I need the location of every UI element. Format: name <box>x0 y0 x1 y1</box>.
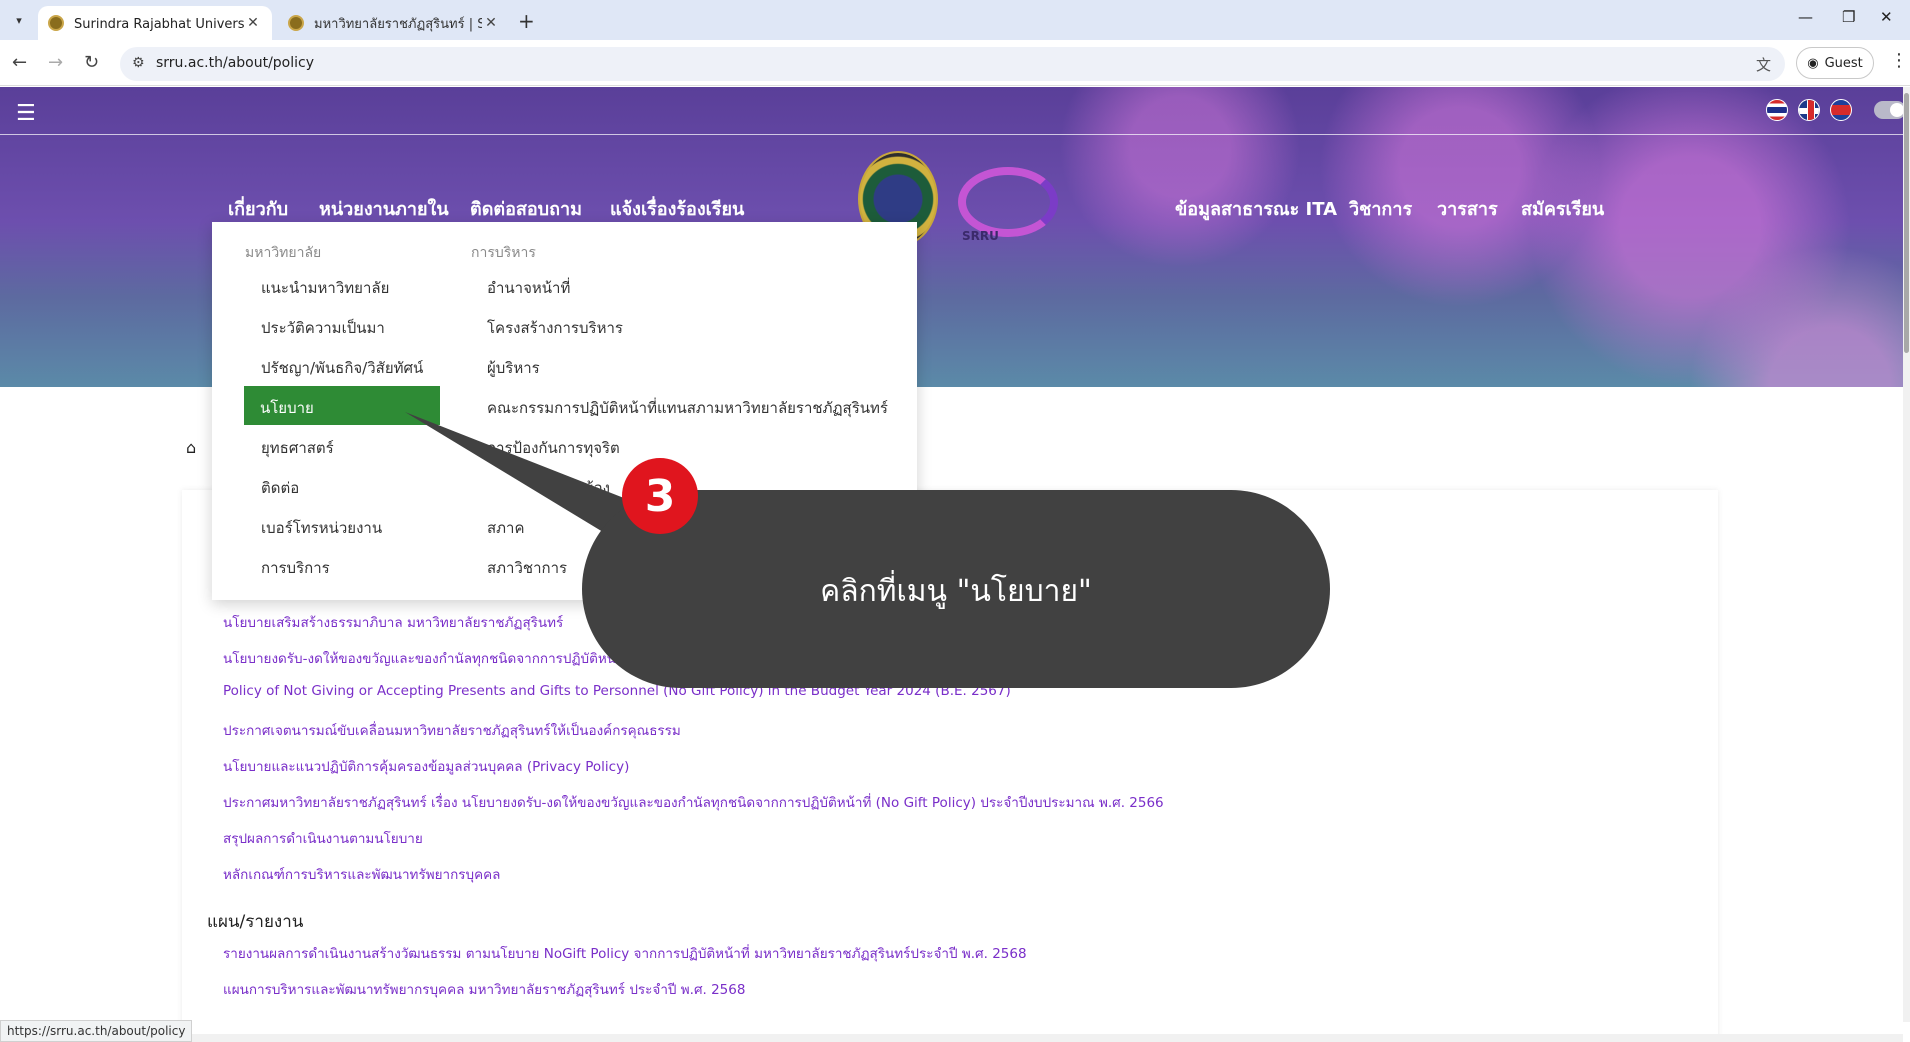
policy-link[interactable]: ประกาศมหาวิทยาลัยราชภัฏสุรินทร์ เรื่อง น… <box>223 791 1164 813</box>
policy-link[interactable]: ประกาศเจตนารมณ์ขับเคลื่อนมหาวิทยาลัยราชภ… <box>223 719 681 741</box>
policy-link[interactable]: นโยบายงดรับ-งดให้ของขวัญและของกำนัลทุกชน… <box>223 647 632 669</box>
close-window-icon[interactable]: ✕ <box>1880 8 1893 26</box>
address-bar[interactable]: ⚙ srru.ac.th/about/policy 文 <box>120 47 1785 81</box>
university-favicon-icon <box>288 15 304 31</box>
thai-flag-icon[interactable] <box>1766 99 1788 121</box>
nav-academic[interactable]: วิชาการ <box>1349 194 1412 223</box>
reload-icon[interactable]: ↻ <box>84 52 99 73</box>
new-tab-plus-icon[interactable]: + <box>518 9 535 33</box>
browser-tab-strip: ▾ Surindra Rajabhat University | ม ✕ มหา… <box>0 0 1910 40</box>
policy-link[interactable]: สรุปผลการดำเนินงานตามนโยบาย <box>223 827 423 849</box>
dropdown-category-administration: การบริหาร <box>471 245 536 261</box>
policy-link[interactable]: หลักเกณฑ์การบริหารและพัฒนาทรัพยากรบุคคล <box>223 863 500 885</box>
menu-item-executives[interactable]: ผู้บริหาร <box>487 356 540 380</box>
site-top-bar: ☰ <box>0 87 1906 135</box>
menu-item-strategy[interactable]: ยุทธศาสตร์ <box>261 436 334 460</box>
tab-title: Surindra Rajabhat University | ม <box>74 16 244 32</box>
profile-label: Guest <box>1824 55 1863 71</box>
nav-contact[interactable]: ติดต่อสอบถาม <box>470 194 582 223</box>
plans-heading: แผน/รายงาน <box>207 912 304 932</box>
uk-flag-icon[interactable] <box>1798 99 1820 121</box>
menu-item-anti-corruption[interactable]: การป้องกันการทุจริต <box>487 436 620 460</box>
tab-close-icon[interactable]: ✕ <box>482 15 500 31</box>
nav-complaints[interactable]: แจ้งเรื่องร้องเรียน <box>610 194 744 223</box>
menu-item-council[interactable]: สภาค <box>487 516 525 540</box>
tab-close-icon[interactable]: ✕ <box>244 15 262 31</box>
nav-admission[interactable]: สมัครเรียน <box>1521 194 1604 223</box>
menu-item-council-committee[interactable]: คณะกรรมการปฏิบัติหน้าที่แทนสภามหาวิทยาลั… <box>487 396 888 420</box>
step-number-badge: 3 <box>622 458 698 534</box>
site-info-icon[interactable]: ⚙ <box>132 55 145 71</box>
browser-menu-icon[interactable]: ⋮ <box>1890 50 1908 71</box>
policy-link[interactable]: นโยบายเสริมสร้างธรรมาภิบาล มหาวิทยาลัยรา… <box>223 611 563 633</box>
menu-item-philosophy[interactable]: ปรัชญา/พันธกิจ/วิสัยทัศน์ <box>261 356 423 380</box>
back-arrow-icon[interactable]: ← <box>12 52 27 73</box>
scrollbar-thumb[interactable] <box>1904 93 1909 353</box>
menu-item-phone-directory[interactable]: เบอร์โทรหน่วยงาน <box>261 516 382 540</box>
menu-item-policy[interactable]: นโยบาย <box>244 386 440 425</box>
nav-ita[interactable]: ข้อมูลสาธารณะ ITA <box>1175 194 1337 223</box>
breadcrumb-home-icon[interactable]: ⌂ <box>186 438 196 457</box>
menu-item-introduction[interactable]: แนะนำมหาวิทยาลัย <box>261 276 389 300</box>
menu-item-contact[interactable]: ติดต่อ <box>261 476 299 500</box>
forward-arrow-icon[interactable]: → <box>48 52 63 73</box>
browser-toolbar: ← → ↻ ⚙ srru.ac.th/about/policy 文 ◉ Gues… <box>0 40 1910 86</box>
profile-avatar-icon: ◉ <box>1807 55 1819 71</box>
menu-item-authority[interactable]: อำนาจหน้าที่ <box>487 276 570 300</box>
plan-link[interactable]: รายงานผลการดำเนินงานสร้างวัฒนธรรม ตามนโย… <box>223 942 1027 964</box>
profile-button[interactable]: ◉ Guest <box>1796 47 1874 79</box>
restore-icon[interactable]: ❐ <box>1842 8 1855 26</box>
translate-icon[interactable]: 文 <box>1756 54 1771 75</box>
nav-journal[interactable]: วารสาร <box>1437 194 1498 223</box>
menu-item-structure[interactable]: โครงสร้างการบริหาร <box>487 316 623 340</box>
instruction-text: คลิกที่เมนู "นโยบาย" <box>820 574 1092 609</box>
logo-swirl <box>958 167 1058 237</box>
logo-text: SRRU <box>962 229 999 243</box>
url-text[interactable]: srru.ac.th/about/policy <box>156 55 314 71</box>
university-favicon-icon <box>48 15 64 31</box>
plan-link[interactable]: แผนการบริหารและพัฒนาทรัพยากรบุคคล มหาวิท… <box>223 978 745 1000</box>
srru-anniversary-logo[interactable]: SRRU <box>958 155 1064 245</box>
nav-about[interactable]: เกี่ยวกับ <box>228 194 288 223</box>
tab-title: มหาวิทยาลัยราชภัฏสุรินทร์ | Surind <box>314 16 482 32</box>
browser-tab-inactive[interactable]: มหาวิทยาลัยราชภัฏสุรินทร์ | Surind ✕ <box>278 6 510 40</box>
nav-departments[interactable]: หน่วยงานภายใน <box>319 194 449 223</box>
status-bar-url: https://srru.ac.th/about/policy <box>0 1020 193 1042</box>
menu-item-academic-council[interactable]: สภาวิชาการ <box>487 556 567 580</box>
policy-link[interactable]: นโยบายและแนวปฏิบัติการคุ้มครองข้อมูลส่วน… <box>223 755 629 777</box>
menu-item-history[interactable]: ประวัติความเป็นมา <box>261 316 385 340</box>
tab-search-chevron-icon[interactable]: ▾ <box>8 9 30 31</box>
horizontal-scrollbar[interactable] <box>0 1034 1903 1042</box>
cambodia-flag-icon[interactable] <box>1830 99 1852 121</box>
browser-tab-active[interactable]: Surindra Rajabhat University | ม ✕ <box>38 6 272 40</box>
dropdown-category-university: มหาวิทยาลัย <box>245 245 322 261</box>
theme-toggle[interactable] <box>1874 101 1906 119</box>
hamburger-menu-icon[interactable]: ☰ <box>16 101 36 126</box>
menu-item-related[interactable]: เกี่ยวข้อง <box>552 476 610 500</box>
minimize-icon[interactable]: — <box>1798 8 1813 26</box>
menu-item-services[interactable]: การบริการ <box>261 556 330 580</box>
vertical-scrollbar[interactable] <box>1903 87 1910 1022</box>
